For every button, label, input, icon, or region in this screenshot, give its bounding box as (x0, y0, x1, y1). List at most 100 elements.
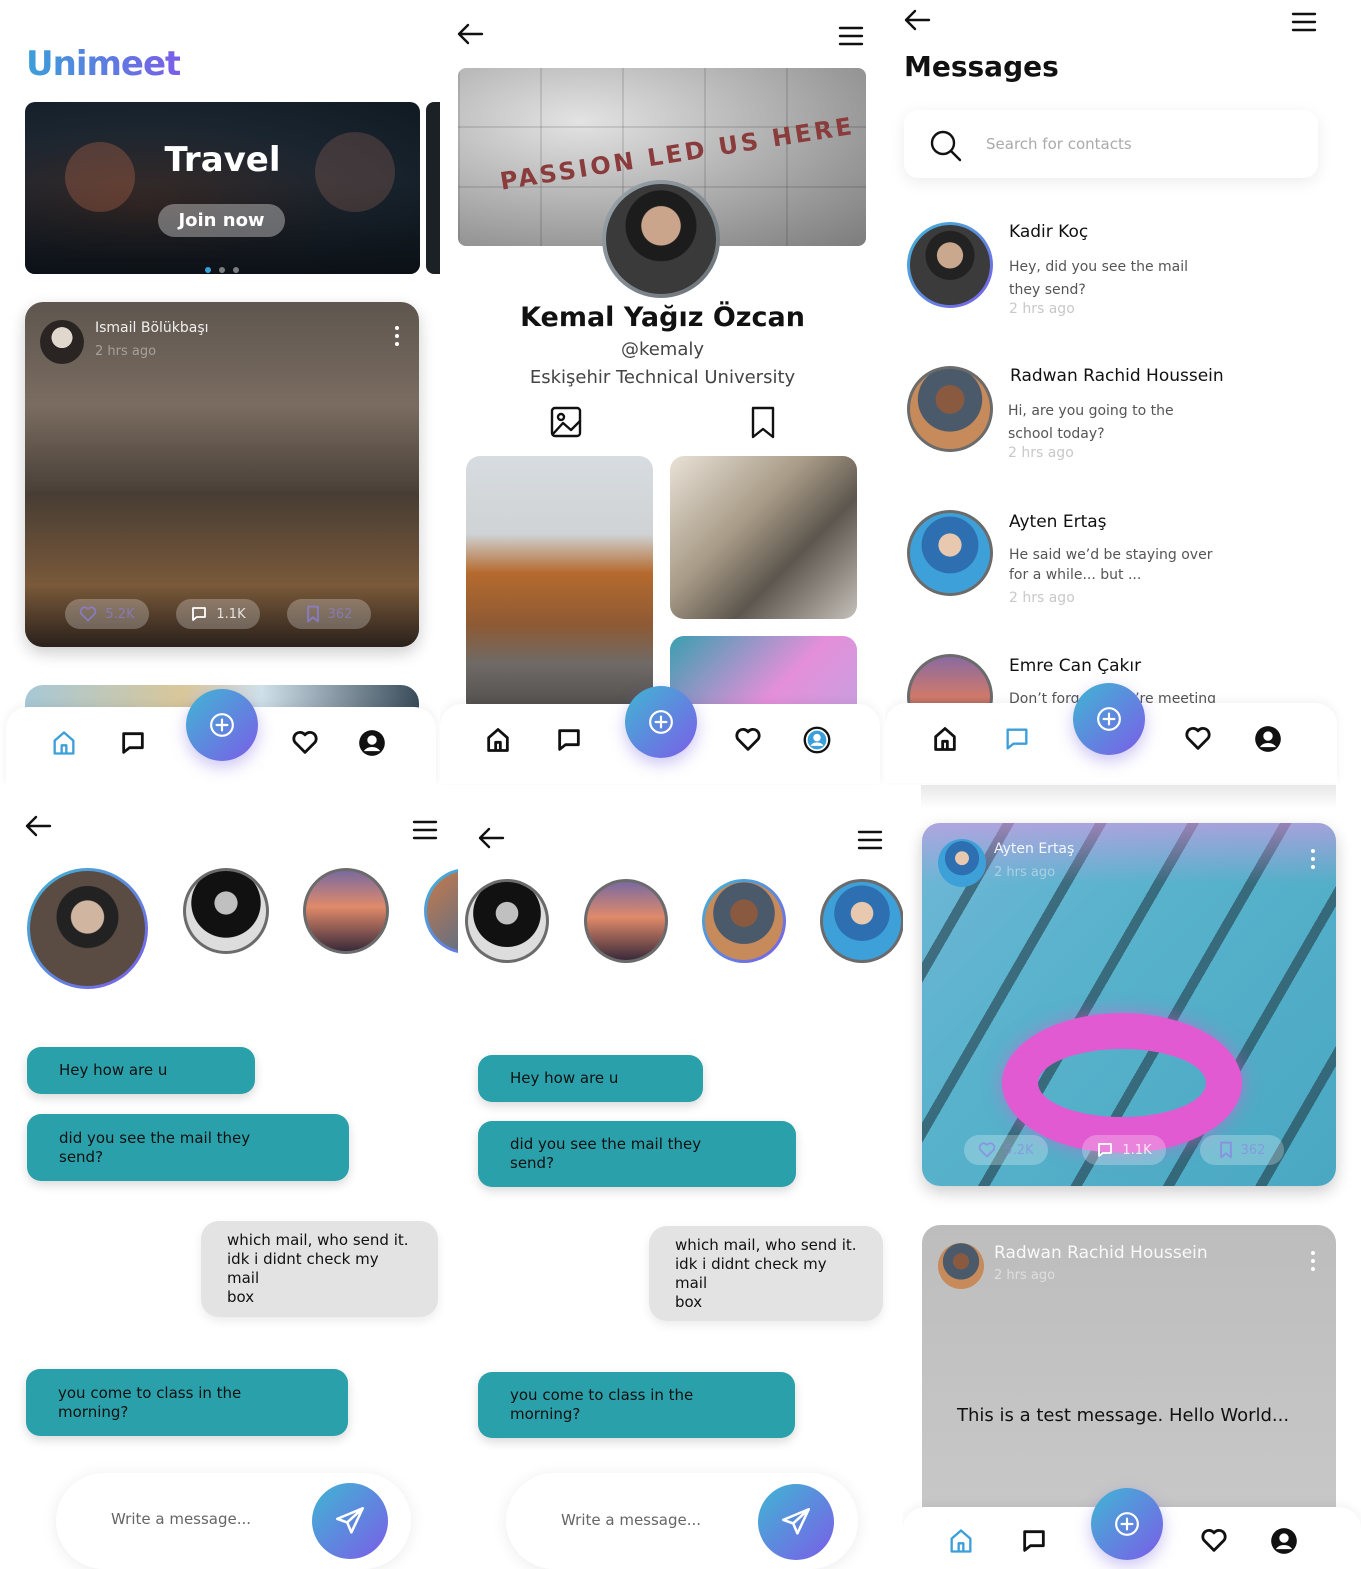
avatar[interactable] (820, 879, 903, 963)
post-card[interactable]: Ismail Bölükbaşı 2 hrs ago 5.2K 1.1K 362 (25, 302, 419, 647)
profile-name: Kemal Yağız Özcan (520, 302, 805, 333)
post-text: This is a test message. Hello World... (957, 1405, 1290, 1426)
create-post-button[interactable] (625, 686, 697, 758)
heart-icon[interactable] (1200, 1527, 1230, 1557)
kebab-icon[interactable] (1311, 1251, 1315, 1275)
message-bubble-sent: did you see the mail they send? (478, 1121, 796, 1187)
chat-icon[interactable] (119, 729, 149, 759)
avatar[interactable] (702, 879, 786, 963)
bookmark-icon[interactable] (750, 406, 776, 440)
heart-icon[interactable] (291, 729, 321, 759)
menu-icon[interactable] (412, 820, 438, 840)
chat-icon[interactable] (1020, 1527, 1050, 1557)
post-author[interactable]: Radwan Rachid Houssein (994, 1243, 1208, 1263)
join-now-button[interactable]: Join now (158, 204, 285, 237)
like-pill[interactable]: 5.2K (964, 1135, 1048, 1165)
avatar[interactable] (584, 879, 668, 963)
contact-item[interactable]: Radwan Rachid Houssein Hi, are you going… (907, 364, 1347, 474)
send-icon (779, 1505, 813, 1539)
avatar[interactable] (465, 879, 549, 963)
author-avatar[interactable] (938, 1243, 984, 1289)
comment-count: 1.1K (1122, 1142, 1152, 1158)
travel-banner[interactable]: Travel Join now (25, 102, 420, 274)
comment-pill[interactable]: 1.1K (1082, 1135, 1166, 1165)
author-avatar[interactable] (40, 320, 84, 364)
chat-screen: Hey how are u did you see the mail they … (0, 800, 458, 1569)
profile-university: Eskişehir Technical University (529, 367, 796, 388)
avatar[interactable] (424, 868, 458, 954)
chat-icon[interactable] (555, 726, 585, 756)
post-card[interactable]: Ayten Ertaş 2 hrs ago 5.2K 1.1K 362 (922, 823, 1336, 1186)
image-icon[interactable] (550, 406, 582, 438)
user-icon[interactable] (1254, 725, 1284, 755)
menu-icon[interactable] (1291, 12, 1317, 32)
search-input[interactable]: Search for contacts (986, 135, 1132, 153)
next-banner-peek[interactable] (426, 102, 440, 274)
post-author[interactable]: Ismail Bölükbaşı (95, 320, 209, 336)
page-title: Messages (904, 50, 1059, 83)
home-icon[interactable] (484, 726, 514, 756)
home-screen: Unimeet Travel Join now Ismail Bölükbaşı… (0, 0, 440, 785)
back-arrow-icon[interactable] (24, 814, 52, 838)
home-icon[interactable] (50, 729, 80, 759)
user-icon[interactable] (358, 729, 388, 759)
like-pill[interactable]: 5.2K (65, 599, 149, 629)
contact-preview: Hi, are you going to the (1008, 403, 1174, 419)
back-arrow-icon[interactable] (456, 22, 484, 46)
chat-icon[interactable] (1003, 725, 1033, 755)
like-count: 5.2K (1004, 1142, 1034, 1158)
comment-count: 1.1K (216, 606, 246, 622)
send-button[interactable] (758, 1484, 834, 1560)
kebab-icon[interactable] (1311, 849, 1315, 873)
comment-pill[interactable]: 1.1K (176, 599, 260, 629)
message-placeholder: Write a message... (111, 1510, 252, 1528)
message-bubble-received: which mail, who send it. idk i didnt che… (649, 1226, 883, 1321)
heart-icon[interactable] (734, 726, 764, 756)
back-arrow-icon[interactable] (477, 826, 505, 850)
search-bar[interactable]: Search for contacts (904, 110, 1318, 178)
avatar[interactable] (183, 868, 269, 954)
contact-name: Kadir Koç (1009, 222, 1089, 242)
user-icon[interactable] (803, 726, 833, 756)
send-button[interactable] (312, 1483, 388, 1559)
post-time: 2 hrs ago (994, 865, 1056, 880)
create-post-button[interactable] (186, 689, 258, 761)
user-icon[interactable] (1270, 1527, 1300, 1557)
message-bubble-sent: Hey how are u (27, 1047, 255, 1094)
gallery-photo[interactable] (670, 456, 857, 619)
create-post-button[interactable] (1073, 683, 1145, 755)
menu-icon[interactable] (838, 26, 864, 46)
avatar (907, 222, 993, 308)
avatar[interactable] (27, 868, 148, 989)
menu-icon[interactable] (857, 830, 883, 850)
gallery-photo[interactable] (466, 456, 653, 716)
save-pill[interactable]: 362 (1200, 1135, 1284, 1165)
back-arrow-icon[interactable] (903, 8, 931, 32)
home-icon[interactable] (947, 1527, 977, 1557)
create-post-button[interactable] (1091, 1488, 1163, 1560)
save-pill[interactable]: 362 (287, 599, 371, 629)
contact-item[interactable]: Kadir Koç Hey, did you see the mail they… (907, 220, 1347, 330)
save-count: 362 (327, 606, 353, 622)
contact-name: Emre Can Çakır (1009, 656, 1142, 676)
contact-preview: Hey, did you see the mail (1009, 259, 1189, 275)
kebab-icon[interactable] (395, 326, 399, 350)
home-icon[interactable] (931, 725, 961, 755)
post-author[interactable]: Ayten Ertaş (994, 841, 1074, 857)
contact-name: Radwan Rachid Houssein (1010, 366, 1224, 386)
message-bubble-sent: you come to class in the morning? (26, 1369, 348, 1436)
avatar[interactable] (303, 868, 389, 954)
post-time: 2 hrs ago (95, 344, 157, 359)
post-time: 2 hrs ago (994, 1268, 1056, 1283)
carousel-dots[interactable] (201, 258, 243, 274)
post-card[interactable]: Radwan Rachid Houssein 2 hrs ago This is… (922, 1225, 1336, 1525)
heart-icon[interactable] (1184, 725, 1214, 755)
contact-item[interactable]: Ayten Ertaş He said we’d be staying over… (907, 510, 1347, 620)
avatar (907, 366, 993, 452)
send-icon (333, 1504, 367, 1538)
profile-avatar[interactable] (602, 180, 720, 298)
chat-screen: Hey how are u did you see the mail they … (458, 800, 903, 1569)
feed-top-fade (921, 785, 1336, 809)
plus-circle-icon (209, 712, 235, 738)
author-avatar[interactable] (938, 839, 986, 887)
